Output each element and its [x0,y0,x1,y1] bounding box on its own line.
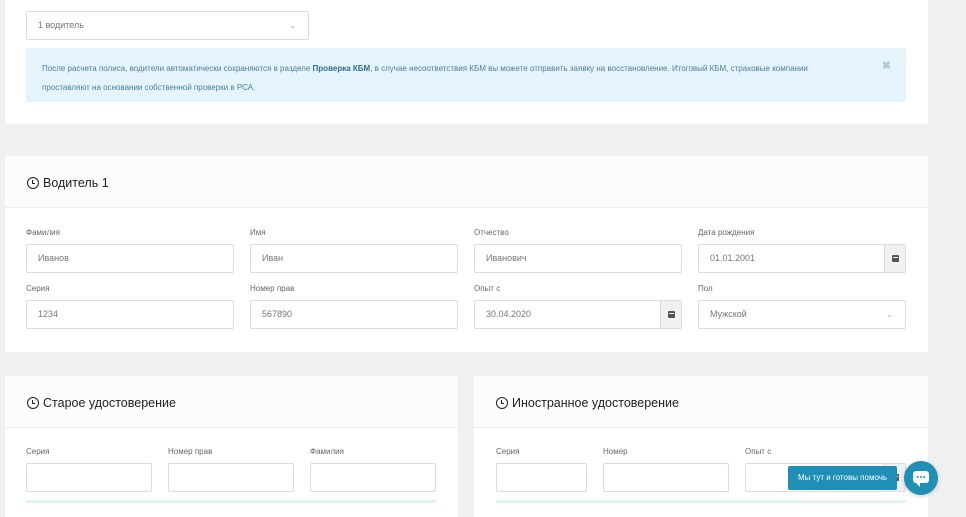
driver-title-text: Водитель 1 [43,176,109,190]
foreign-license-header: Иностранное удостоверение [474,376,928,428]
calendar-icon[interactable] [884,245,905,272]
close-icon[interactable]: ✖ [882,57,891,76]
foreign-license-title: Иностранное удостоверение [496,396,679,410]
typing-dots-icon [916,476,926,478]
kbm-info-alert: После расчета полиса, водители автоматич… [26,48,906,102]
kbm-check-link[interactable]: Проверка КБМ [313,64,371,73]
clock-icon [27,177,39,189]
clock-icon [27,397,39,409]
calendar-icon[interactable] [660,301,681,328]
series-input[interactable]: 1234 [26,300,234,329]
foreign-number-input[interactable] [603,463,729,492]
foreign-series-label: Серия [496,447,520,456]
birth-date-label: Дата рождения [698,228,755,237]
experience-input[interactable]: 30.04.2020 [474,300,682,329]
old-number-input[interactable] [168,463,294,492]
chevron-down-icon: ⌄ [886,310,893,319]
driver-title: Водитель 1 [27,176,109,190]
license-number-label: Номер прав [250,284,295,293]
drivers-count-select[interactable]: 1 водитель ⌄ [26,11,309,40]
gender-value: Мужской [710,309,747,319]
first-name-label: Имя [250,228,266,237]
drivers-count-value: 1 водитель [38,20,84,30]
series-label: Серия [26,284,50,293]
chevron-down-icon: ⌄ [289,21,296,30]
chat-help-button[interactable]: Мы тут и готовы помочь [788,466,897,490]
foreign-license-status-bar [496,500,906,503]
gender-select[interactable]: Мужской ⌄ [698,300,906,329]
old-series-input[interactable] [26,463,152,492]
driver-card-header: Водитель 1 [5,156,928,208]
old-last-name-label: Фамилия [310,447,344,456]
patronymic-input[interactable]: Иванович [474,244,682,273]
old-number-label: Номер прав [168,447,213,456]
foreign-experience-label: Опыт с [745,447,772,456]
chat-launcher[interactable] [904,461,938,495]
old-license-status-bar [26,500,436,503]
patronymic-label: Отчество [474,228,509,237]
clock-icon [496,397,508,409]
first-name-input[interactable]: Иван [250,244,458,273]
birth-date-input[interactable]: 01.01.2001 [698,244,906,273]
foreign-number-label: Номер [603,447,628,456]
old-license-title: Старое удостоверение [27,396,176,410]
last-name-label: Фамилия [26,228,60,237]
experience-value: 30.04.2020 [486,309,532,319]
gender-label: Пол [698,284,713,293]
experience-label: Опыт с [474,284,501,293]
foreign-license-card: Иностранное удостоверение [474,376,928,517]
alert-text-before: После расчета полиса, водители автоматич… [42,64,313,73]
last-name-input[interactable]: Иванов [26,244,234,273]
foreign-series-input[interactable] [496,463,587,492]
birth-date-value: 01.01.2001 [710,253,756,263]
old-license-header: Старое удостоверение [5,376,458,428]
old-last-name-input[interactable] [310,463,436,492]
old-license-card: Старое удостоверение [5,376,458,517]
foreign-license-title-text: Иностранное удостоверение [512,396,679,410]
license-number-input[interactable]: 567890 [250,300,458,329]
old-license-title-text: Старое удостоверение [43,396,176,410]
old-series-label: Серия [26,447,50,456]
